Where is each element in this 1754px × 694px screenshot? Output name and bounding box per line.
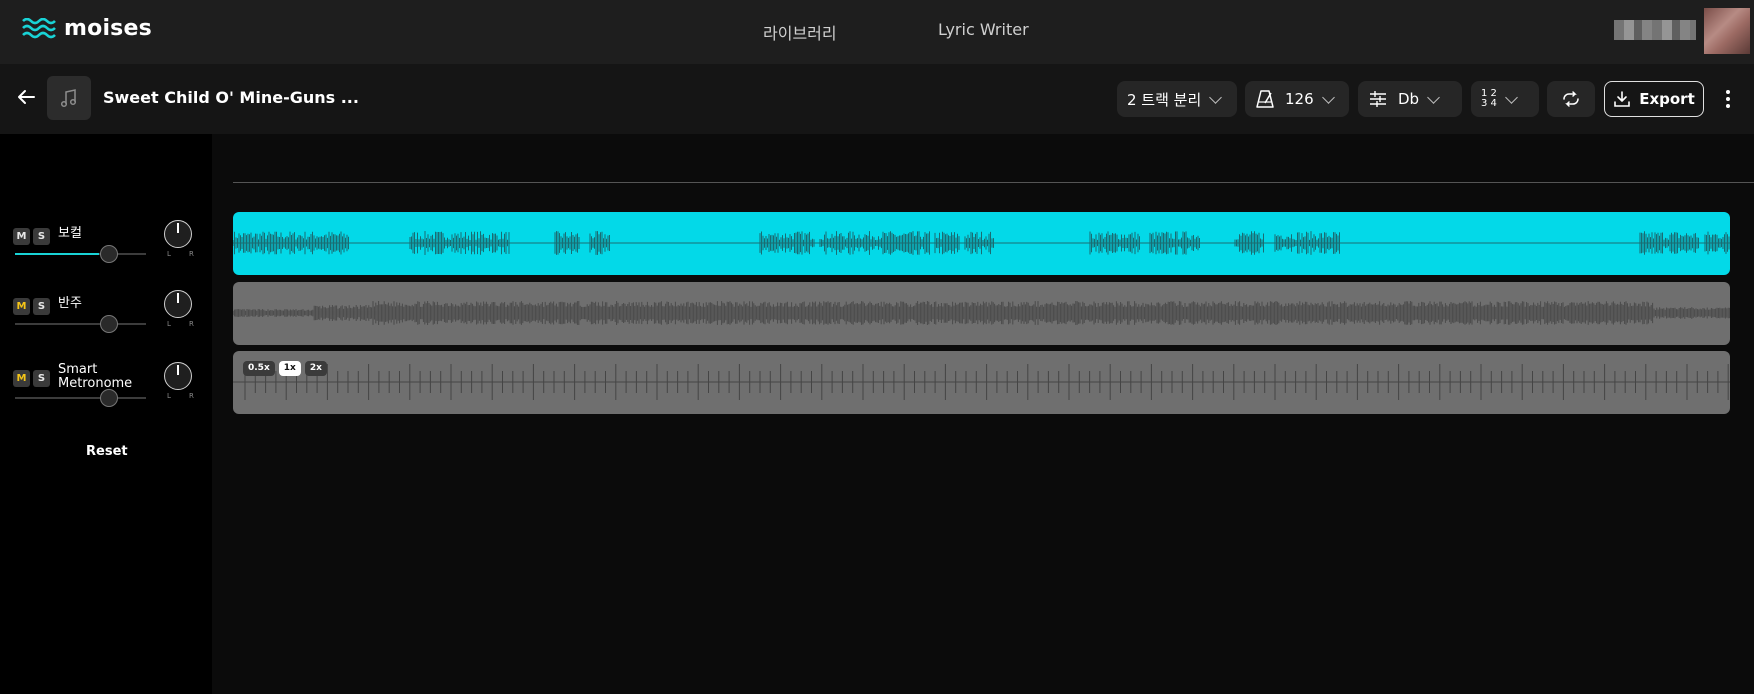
track-lane-vocal[interactable] [233,212,1730,275]
pan-right-label: R [189,392,194,400]
chevron-down-icon [1321,90,1335,104]
solo-button[interactable]: S [33,370,50,387]
nav-lyric-writer[interactable]: Lyric Writer [938,20,1029,39]
separation-dropdown[interactable]: 2 트랙 분리 [1117,81,1237,117]
top-nav: moises 라이브러리 Lyric Writer [0,0,1754,64]
reset-button[interactable]: Reset [86,444,128,459]
separation-label: 2 트랙 분리 [1127,90,1202,109]
pan-right-label: R [189,320,194,328]
mute-button[interactable]: M [13,370,30,387]
user-name-blurred[interactable] [1614,20,1696,40]
metronome-speed-group: 0.5x 1x 2x [243,361,327,376]
track-name: 반주 [58,296,82,311]
back-arrow-icon[interactable] [14,86,38,110]
export-label: Export [1639,90,1695,108]
volume-slider[interactable] [15,315,146,333]
moises-wave-icon [22,17,56,38]
track-lane-metronome[interactable]: 0.5x 1x 2x [233,351,1730,414]
key-value: Db [1398,90,1420,108]
track-name: Smart Metronome [58,362,133,391]
time-signature-icon: 1 2 3 4 [1481,89,1497,109]
song-title: Sweet Child O' Mine-Guns ... [103,88,359,107]
chevron-down-icon [1505,90,1518,104]
timeline-ruler [233,182,1754,183]
download-icon [1614,91,1631,107]
nav-library[interactable]: 라이브러리 [763,20,837,44]
metronome-icon [1256,90,1274,108]
mute-button[interactable]: M [13,298,30,315]
moises-logo[interactable]: moises [22,16,152,41]
pan-left-label: L [167,250,171,258]
song-thumbnail [47,76,91,120]
solo-button[interactable]: S [33,228,50,245]
speed-1x[interactable]: 1x [278,361,301,376]
meter-bottom: 3 4 [1481,98,1497,109]
speed-0.5x[interactable]: 0.5x [243,361,275,376]
volume-handle[interactable] [100,245,118,263]
mixer-panel: M S 보컬 L R M S 반주 L R M S Smart Metronom… [0,134,212,694]
track-lane-accompaniment[interactable] [233,282,1730,345]
key-dropdown[interactable]: Db [1358,81,1462,117]
loop-icon [1563,91,1579,107]
mute-button[interactable]: M [13,228,30,245]
pan-knob[interactable] [164,220,192,248]
volume-fill [15,253,99,255]
pan-left-label: L [167,392,171,400]
time-signature-dropdown[interactable]: 1 2 3 4 [1471,81,1539,117]
mixer-track-accompaniment: M S 반주 L R [0,290,212,358]
pan-left-label: L [167,320,171,328]
volume-handle[interactable] [100,315,118,333]
solo-button[interactable]: S [33,298,50,315]
music-note-icon [60,89,77,108]
avatar[interactable] [1704,8,1750,54]
chevron-down-icon [1427,90,1440,104]
pan-knob[interactable] [164,362,192,390]
tempo-dropdown[interactable]: 126 [1245,81,1349,117]
volume-slider[interactable] [15,389,146,407]
pan-right-label: R [189,250,194,258]
volume-handle[interactable] [100,389,118,407]
waveform-vocal [233,231,1730,255]
loop-button[interactable] [1547,81,1595,117]
waveform-metronome [233,364,1730,400]
volume-slider[interactable] [15,245,146,263]
more-options-icon[interactable] [1720,84,1736,114]
tempo-value: 126 [1285,90,1314,108]
song-toolbar: Sweet Child O' Mine-Guns ... 2 트랙 분리 126… [0,64,1754,134]
speed-2x[interactable]: 2x [304,361,327,376]
export-button[interactable]: Export [1604,81,1704,117]
mixer-track-metronome: M S Smart Metronome L R [0,362,212,430]
brand-name: moises [64,16,152,41]
track-name: 보컬 [58,226,82,241]
waveform-accompaniment [233,301,1730,325]
pan-knob[interactable] [164,290,192,318]
key-sliders-icon [1370,91,1386,107]
mixer-track-vocal: M S 보컬 L R [0,220,212,288]
chevron-down-icon [1209,90,1223,104]
